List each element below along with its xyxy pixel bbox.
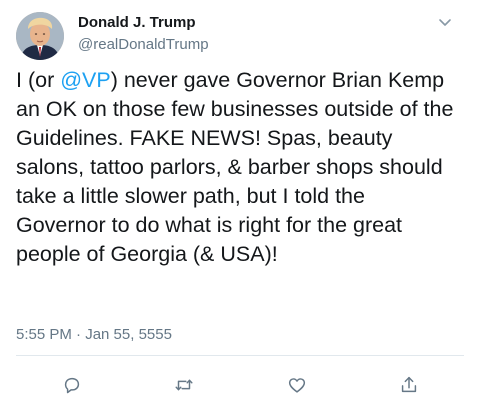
tweet-text: I (or @VP) never gave Governor Brian Kem… (16, 66, 456, 269)
tweet-text-part: ) never gave Governor Brian Kemp an OK o… (16, 68, 454, 266)
like-button[interactable] (284, 372, 310, 398)
retweet-button[interactable] (171, 372, 197, 398)
tweet-timestamp[interactable]: 5:55 PM · Jan 55, 5555 (16, 326, 172, 343)
tweet-text-part: I (or (16, 68, 61, 92)
author-name[interactable]: Donald J. Trump (78, 14, 196, 31)
divider (16, 355, 464, 356)
author-handle[interactable]: @realDonaldTrump (78, 36, 209, 53)
retweet-icon (175, 379, 193, 391)
reply-button[interactable] (59, 372, 85, 398)
heart-icon (288, 378, 306, 393)
reply-icon (64, 377, 80, 394)
avatar-portrait (16, 12, 64, 60)
share-button[interactable] (396, 372, 422, 398)
avatar[interactable] (16, 12, 64, 60)
mention-link[interactable]: @VP (60, 68, 111, 92)
chevron-down-icon[interactable] (437, 14, 453, 30)
share-icon (401, 376, 417, 393)
